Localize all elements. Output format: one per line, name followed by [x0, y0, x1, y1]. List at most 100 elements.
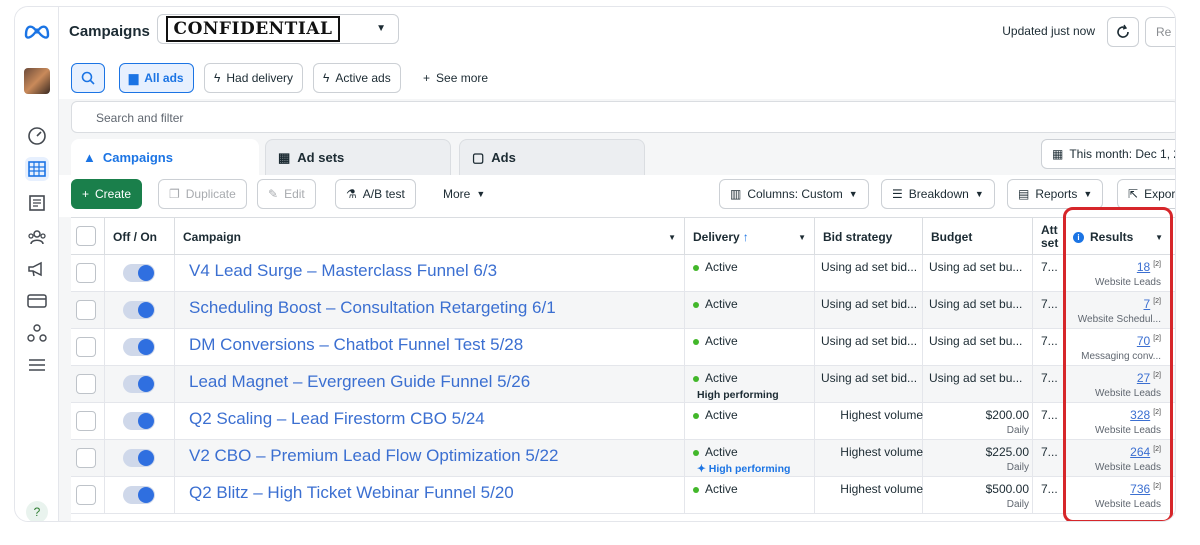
campaign-toggle[interactable] — [123, 449, 155, 467]
row-checkbox[interactable] — [76, 263, 96, 283]
chevron-down-icon: ▼ — [668, 232, 676, 242]
attribution-cell: 7... — [1041, 482, 1058, 496]
avatar[interactable] — [24, 68, 50, 94]
table-row[interactable]: Q2 Blitz – High Ticket Webinar Funnel 5/… — [71, 477, 1175, 514]
attribution-cell: 7... — [1041, 371, 1058, 385]
megaphone-icon[interactable] — [25, 257, 49, 281]
search-icon — [81, 71, 95, 85]
campaign-toggle[interactable] — [123, 486, 155, 504]
export-button[interactable]: ⇱ Expor — [1117, 179, 1175, 209]
campaign-toggle[interactable] — [123, 264, 155, 282]
campaign-toggle[interactable] — [123, 412, 155, 430]
folder-icon: ▆ — [129, 71, 139, 85]
bolt-icon: ϟ — [214, 71, 221, 85]
tab-ad-sets[interactable]: ▦ Ad sets — [265, 139, 451, 175]
see-more-button[interactable]: + See more — [423, 71, 488, 85]
tab-campaigns[interactable]: ▲ Campaigns — [71, 139, 259, 175]
row-checkbox[interactable] — [76, 300, 96, 320]
row-checkbox[interactable] — [76, 337, 96, 357]
campaign-name-link[interactable]: Q2 Blitz – High Ticket Webinar Funnel 5/… — [189, 483, 514, 503]
review-button[interactable]: Re — [1145, 17, 1175, 47]
campaign-toggle[interactable] — [123, 338, 155, 356]
breakdown-button[interactable]: ☰ Breakdown ▼ — [881, 179, 995, 209]
campaign-toggle[interactable] — [123, 301, 155, 319]
table-row[interactable]: V2 CBO – Premium Lead Flow Optimization … — [71, 440, 1175, 477]
search-button[interactable] — [71, 63, 105, 93]
create-button[interactable]: + Create — [71, 179, 143, 209]
row-checkbox[interactable] — [76, 485, 96, 505]
tab-ads[interactable]: ▢ Ads — [459, 139, 645, 175]
table-row[interactable]: Lead Magnet – Evergreen Guide Funnel 5/2… — [71, 366, 1175, 403]
col-attribution[interactable]: Att set — [1033, 218, 1065, 256]
col-campaign[interactable]: Campaign ▼ — [175, 218, 685, 256]
search-input[interactable]: Search and filter — [71, 101, 1175, 133]
col-budget[interactable]: Budget — [923, 218, 1033, 256]
active-dot-icon — [693, 301, 699, 308]
edit-label: Edit — [284, 187, 305, 201]
attribution-cell: 7... — [1041, 408, 1058, 422]
plus-icon: + — [82, 187, 90, 201]
row-checkbox[interactable] — [76, 374, 96, 394]
attribution-cell: 7... — [1041, 445, 1058, 459]
campaign-toggle[interactable] — [123, 375, 155, 393]
budget-value: $225.00 — [985, 445, 1029, 459]
audience-icon[interactable] — [25, 225, 49, 249]
row-checkbox[interactable] — [76, 411, 96, 431]
document-icon[interactable] — [25, 191, 49, 215]
select-all-checkbox[interactable] — [76, 226, 96, 246]
help-icon[interactable]: ? — [26, 501, 48, 521]
table-row[interactable]: Scheduling Boost – Consultation Retarget… — [71, 292, 1175, 329]
columns-button[interactable]: ▥ Columns: Custom ▼ — [719, 179, 869, 209]
col-offon[interactable]: Off / On — [105, 218, 175, 256]
campaign-name-link[interactable]: DM Conversions – Chatbot Funnel Test 5/2… — [189, 335, 523, 355]
billing-card-icon[interactable] — [25, 289, 49, 313]
high-performing-badge: ✦ High performing — [697, 463, 790, 475]
duplicate-button[interactable]: ❐ Duplicate — [158, 179, 247, 209]
filter-had-delivery[interactable]: ϟ Had delivery — [204, 63, 304, 93]
refresh-button[interactable] — [1107, 17, 1139, 47]
delivery-label: Active — [705, 445, 738, 459]
filter-label: Had delivery — [226, 71, 294, 85]
menu-icon[interactable] — [25, 353, 49, 377]
more-button[interactable]: More ▼ — [433, 179, 496, 209]
active-dot-icon — [693, 338, 699, 345]
table-row[interactable]: Q2 Scaling – Lead Firestorm CBO 5/24 Act… — [71, 403, 1175, 440]
meta-logo-icon[interactable] — [23, 21, 51, 41]
active-dot-icon — [693, 486, 699, 493]
date-range-picker[interactable]: ▦ This month: Dec 1, 2 — [1041, 139, 1175, 169]
chevron-down-icon: ▼ — [376, 23, 386, 34]
filter-all-ads[interactable]: ▆ All ads — [119, 63, 194, 93]
active-dot-icon — [693, 264, 699, 271]
campaign-name-link[interactable]: Q2 Scaling – Lead Firestorm CBO 5/24 — [189, 409, 485, 429]
chevron-down-icon: ▼ — [1083, 189, 1093, 199]
row-checkbox[interactable] — [76, 448, 96, 468]
ads-manager-window: ? Campaigns CONFIDENTIAL ▼ Updated just … — [14, 6, 1176, 522]
edit-button[interactable]: ✎ Edit — [257, 179, 316, 209]
table-grid-icon[interactable] — [25, 157, 49, 181]
table-header: Off / On Campaign ▼ Delivery ↑ ▼ Bid str… — [71, 217, 1175, 256]
grid-icon: ▦ — [278, 149, 291, 165]
campaign-name-link[interactable]: Lead Magnet – Evergreen Guide Funnel 5/2… — [189, 372, 530, 392]
table-row[interactable]: V4 Lead Surge – Masterclass Funnel 6/3 A… — [71, 255, 1175, 292]
table-row[interactable]: DM Conversions – Chatbot Funnel Test 5/2… — [71, 329, 1175, 366]
export-icon: ⇱ — [1128, 187, 1139, 201]
filter-active-ads[interactable]: ϟ Active ads — [313, 63, 401, 93]
business-network-icon[interactable] — [25, 321, 49, 345]
campaign-name-link[interactable]: V4 Lead Surge – Masterclass Funnel 6/3 — [189, 261, 497, 281]
delivery-label: Active — [705, 482, 738, 496]
budget-value: $500.00 — [985, 482, 1029, 496]
campaign-name-link[interactable]: Scheduling Boost – Consultation Retarget… — [189, 298, 556, 318]
reports-button[interactable]: ▤ Reports ▼ — [1007, 179, 1104, 209]
delivery-status: Active — [693, 334, 738, 348]
col-delivery[interactable]: Delivery ↑ ▼ — [685, 218, 815, 256]
campaign-folder-icon: ▲ — [83, 149, 96, 165]
delivery-status: Active High performing — [693, 371, 779, 401]
gauge-icon[interactable] — [25, 124, 49, 148]
badge-label: High performing — [708, 463, 791, 475]
budget-cell: Using ad set bu... — [929, 371, 1029, 385]
col-bid-strategy[interactable]: Bid strategy — [815, 218, 923, 256]
campaigns-table: Off / On Campaign ▼ Delivery ↑ ▼ Bid str… — [71, 217, 1175, 521]
ab-test-button[interactable]: ⚗ A/B test — [335, 179, 416, 209]
campaign-name-link[interactable]: V2 CBO – Premium Lead Flow Optimization … — [189, 446, 558, 466]
account-selector[interactable]: CONFIDENTIAL ▼ — [157, 14, 399, 44]
